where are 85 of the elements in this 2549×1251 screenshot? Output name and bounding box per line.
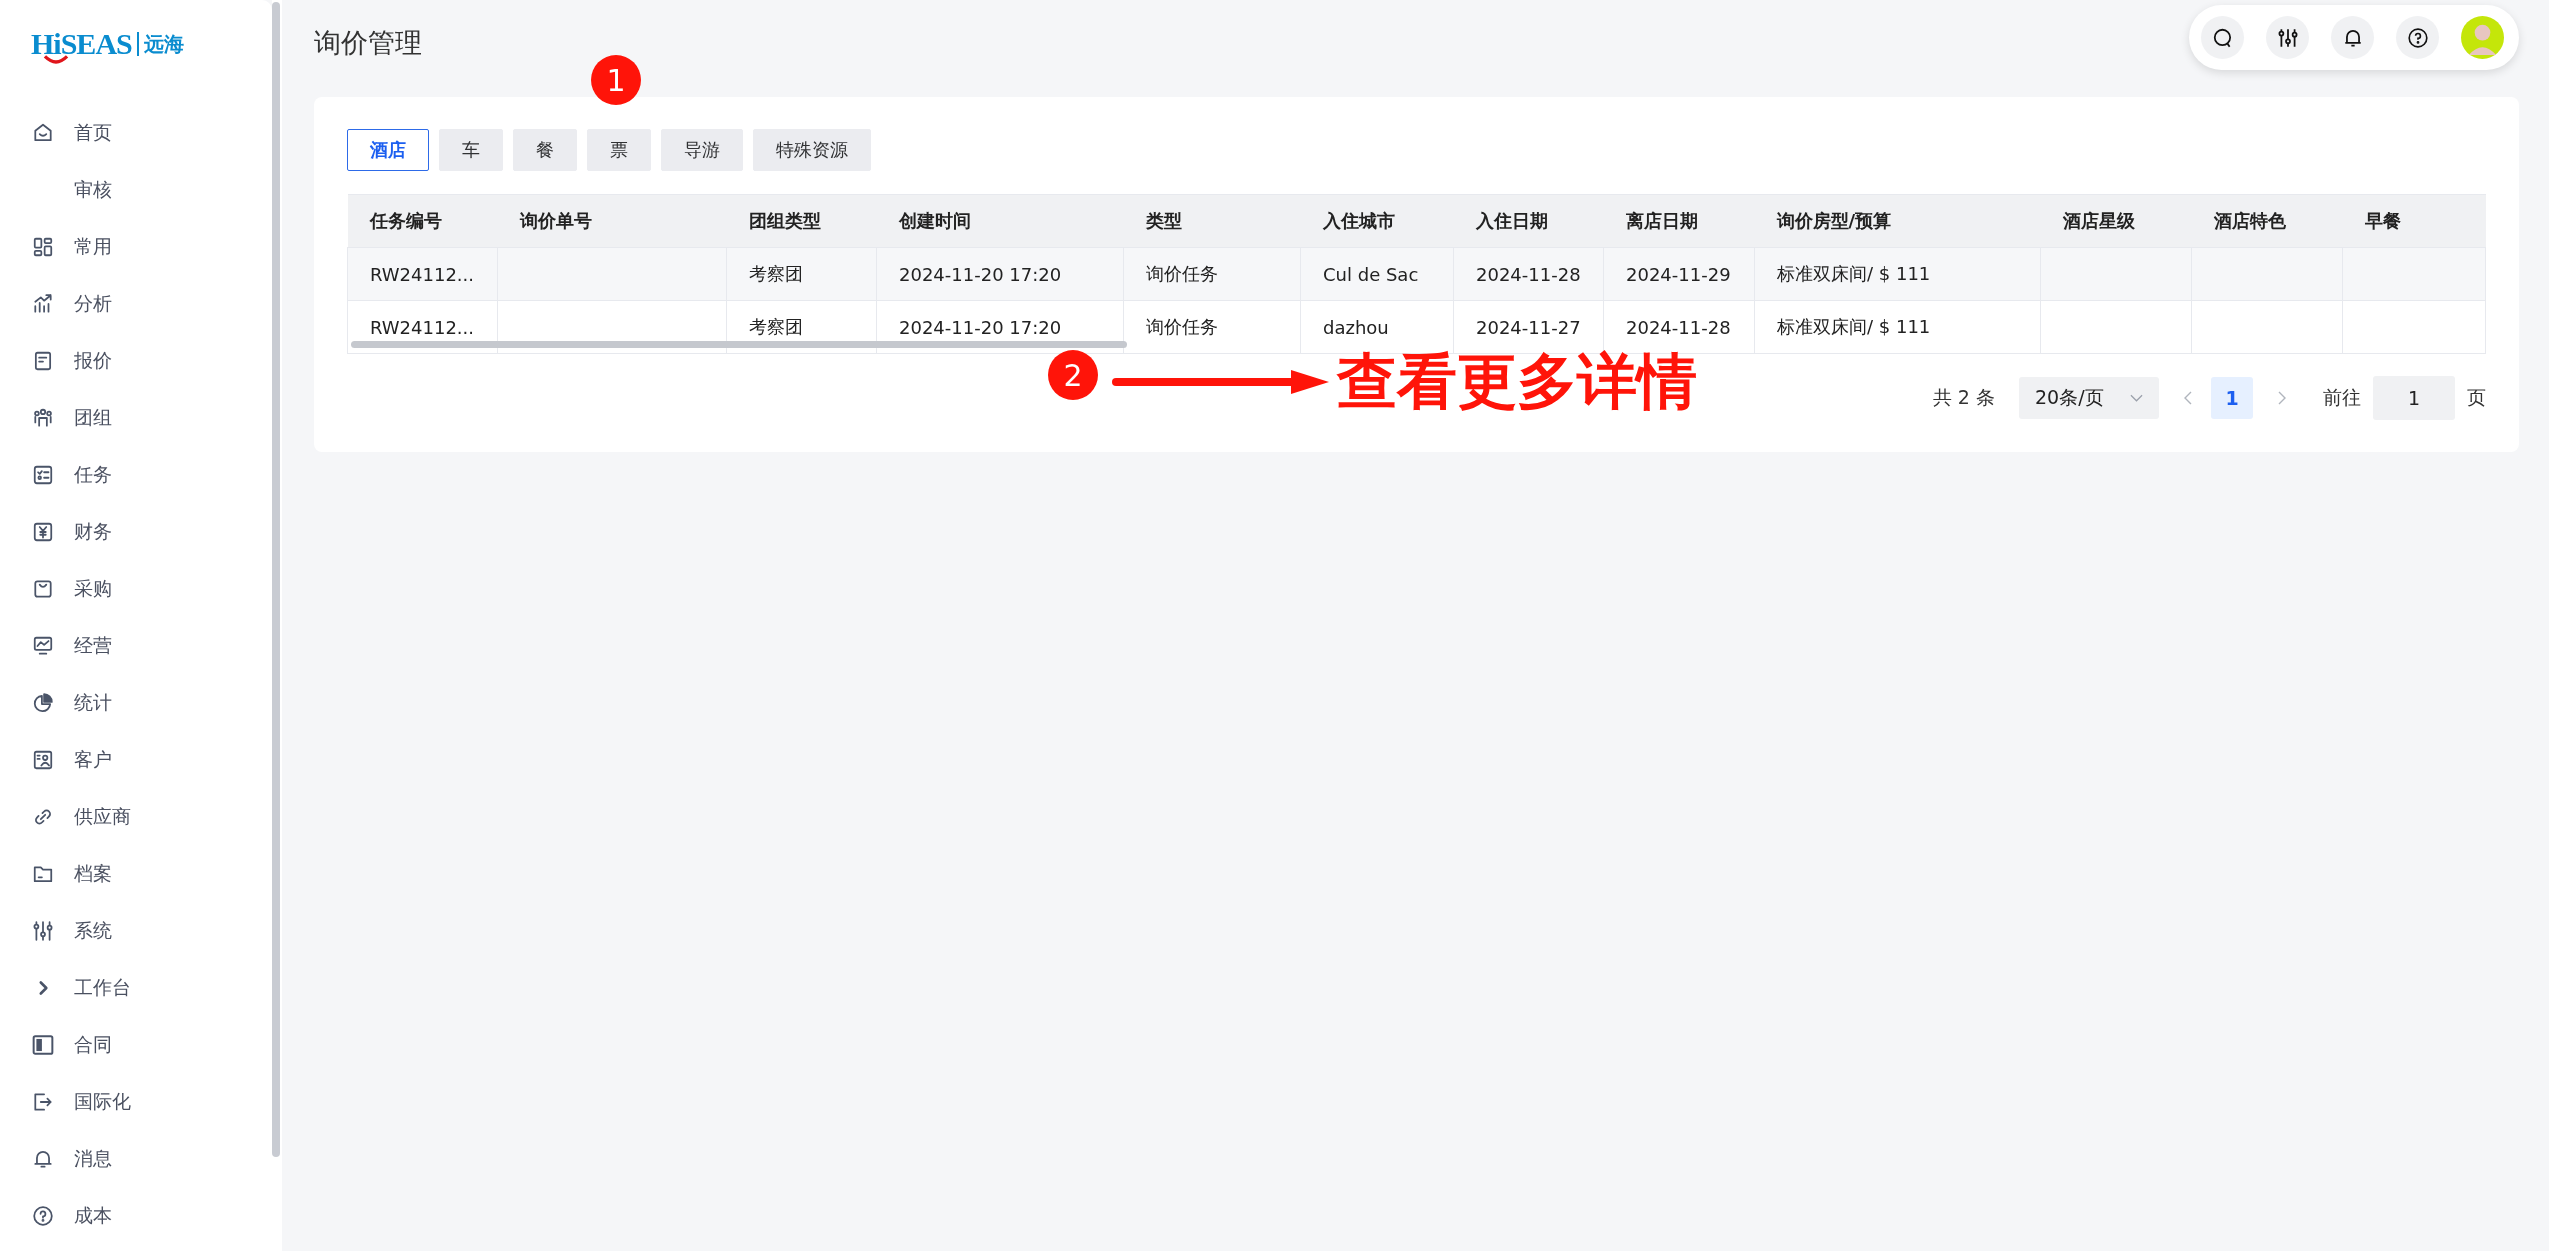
sidebar-item[interactable]: 审核 [0,161,272,218]
chevron-left-icon [2184,391,2192,405]
page-button[interactable]: 1 [2211,377,2253,419]
sidebar-item[interactable]: 工作台 [0,959,272,1016]
tab[interactable]: 酒店 [347,129,429,171]
table-cell: 标准双床间/ $ 111 [1754,300,2041,354]
sidebar-item[interactable]: 首页 [0,104,272,161]
exit-icon [32,1090,54,1113]
table-cell: 2024-11-29 [1603,247,1755,301]
tab[interactable]: 车 [439,129,503,171]
yen-icon [32,520,54,543]
tab[interactable]: 票 [587,129,651,171]
sidebar-item[interactable]: 成本 [0,1187,272,1244]
column-header: 入住城市 [1300,194,1454,248]
sidebar-item[interactable]: 采购 [0,560,272,617]
column-header: 创建时间 [876,194,1124,248]
tab[interactable]: 特殊资源 [753,129,871,171]
avatar[interactable] [2461,16,2504,59]
annotation-badge: 2 [1048,350,1098,400]
sliders-icon [2276,26,2299,49]
column-header: 任务编号 [347,194,498,248]
sidebar-item[interactable]: 任务 [0,446,272,503]
document-icon [32,349,54,372]
sliders-icon [32,919,54,942]
sidebar-item[interactable]: 合同 [0,1016,272,1073]
column-header: 酒店特色 [2191,194,2343,248]
total-count: 共 2 条 [1932,385,1995,410]
chevron-down-icon [2130,394,2143,402]
table-cell: 标准双床间/ $ 111 [1754,247,2041,301]
search-button[interactable] [2201,16,2244,59]
sidebar-item[interactable]: 供应商 [0,788,272,845]
page-unit-label: 页 [2467,385,2486,410]
grid-icon [32,235,54,258]
column-header: 询价单号 [497,194,727,248]
sidebar-item[interactable]: 统计 [0,674,272,731]
column-header: 酒店星级 [2040,194,2192,248]
chevron-right-icon [2278,391,2286,405]
home-icon [32,121,54,144]
pie-chart-icon [32,691,54,714]
table-cell: Cul de Sac [1300,247,1454,301]
bag-icon [32,577,54,600]
help-button[interactable] [2396,16,2439,59]
tab[interactable]: 餐 [513,129,577,171]
scrollbar-thumb[interactable] [351,341,1127,348]
checklist-icon [32,463,54,486]
column-header: 询价房型/预算 [1754,194,2041,248]
page-input[interactable]: 1 [2373,376,2455,420]
page-title: 询价管理 [314,25,422,60]
page-size-select[interactable]: 20条/页 [2019,377,2159,419]
notifications-button[interactable] [2331,16,2374,59]
table-cell: RW24112... [347,247,498,301]
table-cell: 2024-11-20 17:20 [876,247,1124,301]
scrollbar-thumb[interactable] [272,2,280,1157]
panel-icon [32,1033,54,1056]
annotation-badge: 1 [591,55,641,105]
sidebar-item[interactable]: 财务 [0,503,272,560]
table-cell: 询价任务 [1123,247,1301,301]
column-header: 团组类型 [726,194,877,248]
help-icon [2406,26,2429,49]
sidebar-item[interactable]: 国际化 [0,1073,272,1130]
sidebar-item[interactable]: 消息 [0,1130,272,1187]
sidebar-item[interactable]: 客户 [0,731,272,788]
sidebar-item[interactable]: 档案 [0,845,272,902]
column-header: 早餐 [2342,194,2486,248]
help-icon [32,1204,54,1227]
table-cell: 询价任务 [1123,300,1301,354]
contact-card-icon [32,748,54,771]
sidebar-item[interactable]: 系统 [0,902,272,959]
search-icon [2211,26,2234,49]
sidebar-item[interactable]: 报价 [0,332,272,389]
column-header: 类型 [1123,194,1301,248]
people-icon [32,406,54,429]
goto-label: 前往 [2323,385,2361,410]
table-cell: 考察团 [726,247,877,301]
chart-icon [32,292,54,315]
settings-button[interactable] [2266,16,2309,59]
column-header: 离店日期 [1603,194,1755,248]
tab[interactable]: 导游 [661,129,743,171]
sidebar-item[interactable]: 团组 [0,389,272,446]
sidebar-item[interactable]: 经营 [0,617,272,674]
column-header: 入住日期 [1453,194,1604,248]
sidebar-item[interactable]: 常用 [0,218,272,275]
monitor-icon [32,634,54,657]
sidebar-item[interactable]: 分析 [0,275,272,332]
table-cell: 2024-11-28 [1453,247,1604,301]
